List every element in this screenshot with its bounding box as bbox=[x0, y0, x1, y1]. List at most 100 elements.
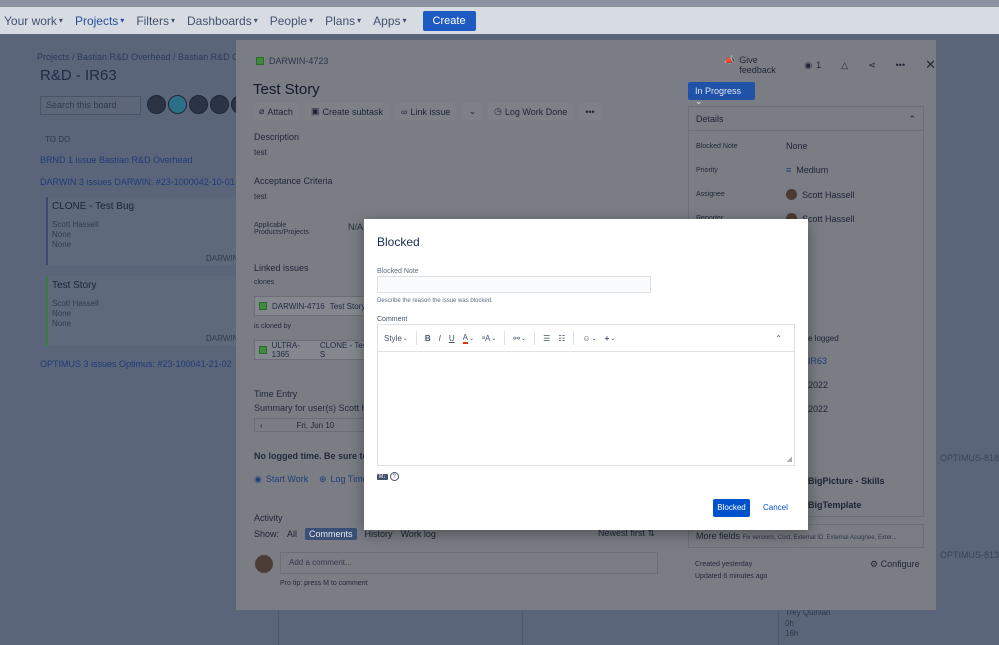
chevron-left-icon[interactable]: ‹ bbox=[260, 421, 263, 430]
issue-key[interactable]: DARWIN-4723 bbox=[256, 56, 328, 66]
description-value[interactable]: test bbox=[254, 148, 267, 157]
cancel-button[interactable]: Cancel bbox=[763, 503, 788, 512]
log-work-done-button[interactable]: ◷Log Work Done bbox=[488, 103, 573, 120]
linked-issues-label: Linked issues bbox=[254, 263, 309, 273]
create-subtask-button[interactable]: ▣Create subtask bbox=[305, 103, 389, 120]
share-icon[interactable]: ⋖ bbox=[868, 60, 876, 71]
acceptance-value[interactable]: test bbox=[254, 192, 267, 201]
text-color-button[interactable]: A⌄ bbox=[463, 333, 474, 344]
log-time-label: Log Time bbox=[331, 474, 368, 485]
applicable-label: Applicable Products/Projects bbox=[254, 222, 326, 236]
avatar[interactable] bbox=[189, 95, 208, 114]
more-icon[interactable]: ••• bbox=[896, 60, 905, 70]
issue-header-actions: 📣Give feedback ◉1 △ ⋖ ••• ✕ bbox=[724, 55, 936, 75]
emoji-button[interactable]: ☺⌄ bbox=[582, 334, 596, 343]
priority-medium-icon: ≡ bbox=[786, 165, 791, 175]
megaphone-icon: 📣 bbox=[724, 55, 735, 75]
subtask-icon: ▣ bbox=[311, 106, 320, 117]
text-style-icon: ᵃA bbox=[482, 334, 490, 343]
text-color-icon: A bbox=[463, 333, 468, 344]
nav-your-work[interactable]: Your work▾ bbox=[4, 14, 63, 28]
style-dropdown[interactable]: Style⌄ bbox=[384, 334, 408, 343]
comment-editor: Style⌄ B I U A⌄ ᵃA⌄ ⚯⌄ ☰ ☷ ☺⌄ +⌄ ⌃ ◢ bbox=[377, 324, 795, 466]
issue-key-label: DARWIN-4723 bbox=[269, 56, 328, 66]
swimlane-darwin[interactable]: DARWIN 3 issues DARWIN: #23-1000042-10-0… bbox=[40, 177, 235, 187]
configure-button[interactable]: ⚙ Configure bbox=[870, 559, 920, 570]
issue-title[interactable]: Test Story bbox=[253, 81, 320, 98]
watch-button[interactable]: ◉1 bbox=[804, 60, 821, 71]
priority-value[interactable]: ≡ Medium bbox=[786, 165, 828, 175]
toolbar-separator bbox=[534, 331, 535, 345]
tab-all[interactable]: All bbox=[287, 529, 297, 539]
numbered-list-icon[interactable]: ☷ bbox=[558, 334, 565, 343]
resize-handle-icon[interactable]: ◢ bbox=[787, 455, 792, 463]
swimlane-brnd[interactable]: BRND 1 issue Bastian R&D Overhead bbox=[40, 155, 193, 165]
vote-icon[interactable]: △ bbox=[841, 60, 848, 71]
bullet-list-icon[interactable]: ☰ bbox=[543, 334, 550, 343]
linked-issue-row[interactable]: ULTRA-1365CLONE - Test S bbox=[254, 340, 374, 360]
give-feedback-button[interactable]: 📣Give feedback bbox=[724, 55, 784, 75]
nav-plans[interactable]: Plans▾ bbox=[325, 14, 361, 28]
nav-apps[interactable]: Apps▾ bbox=[373, 14, 406, 28]
linked-issue-key: DARWIN-4716 bbox=[272, 302, 325, 311]
board-search-input[interactable]: Search this board bbox=[40, 96, 141, 115]
insert-button[interactable]: +⌄ bbox=[605, 334, 616, 343]
link-issue-label: Link issue bbox=[410, 107, 450, 117]
chevron-down-icon: ▾ bbox=[120, 16, 124, 25]
blocked-note-input[interactable] bbox=[377, 276, 651, 293]
tab-history[interactable]: History bbox=[365, 529, 393, 539]
avatar[interactable] bbox=[168, 95, 187, 114]
nav-people[interactable]: People▾ bbox=[270, 14, 313, 28]
swimlane-optimus[interactable]: OPTIMUS 3 issues Optimus: #23-100041-21-… bbox=[40, 359, 232, 369]
link-button[interactable]: ⚯⌄ bbox=[513, 334, 526, 343]
underline-icon[interactable]: U bbox=[449, 334, 455, 343]
avatar[interactable] bbox=[147, 95, 166, 114]
show-label: Show: bbox=[254, 529, 279, 539]
linked-issue-row[interactable]: DARWIN-4716 Test Story bbox=[254, 296, 374, 316]
tab-work-log[interactable]: Work log bbox=[401, 529, 436, 539]
start-work-button[interactable]: ◉Start Work bbox=[254, 474, 308, 485]
blocked-note-field-label: Blocked Note bbox=[377, 268, 419, 275]
more-actions-button[interactable]: ••• bbox=[579, 103, 600, 120]
avatar[interactable] bbox=[210, 95, 229, 114]
collapse-toolbar-icon[interactable]: ⌃ bbox=[775, 334, 782, 343]
nav-dashboards[interactable]: Dashboards▾ bbox=[187, 14, 258, 28]
card-key: OPTIMUS-813 bbox=[940, 550, 999, 560]
create-button[interactable]: Create bbox=[423, 11, 476, 31]
nav-label: Plans bbox=[325, 14, 355, 28]
link-issue-dropdown[interactable]: ⌄ bbox=[462, 103, 482, 120]
priority-text: Medium bbox=[796, 165, 828, 175]
linked-issue-title: Test Story bbox=[330, 302, 366, 311]
log-work-done-label: Log Work Done bbox=[505, 107, 567, 117]
blocked-note-value[interactable]: None bbox=[786, 141, 808, 151]
applicable-value[interactable]: N/A bbox=[348, 222, 363, 232]
clones-label: clones bbox=[254, 279, 274, 286]
status-label: In Progress bbox=[695, 86, 741, 96]
italic-icon[interactable]: I bbox=[439, 334, 441, 343]
blocked-submit-button[interactable]: Blocked bbox=[713, 499, 750, 517]
more-formatting-button[interactable]: ᵃA⌄ bbox=[482, 334, 496, 343]
details-fragment[interactable]: IR63 bbox=[808, 356, 827, 366]
nav-projects[interactable]: Projects▾ bbox=[75, 14, 124, 28]
details-header[interactable]: Details⌃ bbox=[689, 107, 923, 131]
assignee-value[interactable]: Scott Hassell bbox=[786, 189, 855, 200]
chevron-down-icon: ⌄ bbox=[610, 335, 615, 342]
nav-filters[interactable]: Filters▾ bbox=[136, 14, 175, 28]
chevron-down-icon: ▾ bbox=[357, 16, 361, 25]
description-label: Description bbox=[254, 132, 299, 142]
board-avatars bbox=[147, 95, 250, 114]
avatar bbox=[786, 189, 797, 200]
comment-textarea[interactable] bbox=[378, 352, 794, 465]
help-icon[interactable]: ? bbox=[390, 472, 399, 481]
tab-comments[interactable]: Comments bbox=[305, 528, 357, 540]
add-comment-input[interactable]: Add a comment... bbox=[280, 552, 658, 574]
assignee-label: Assignee bbox=[696, 191, 725, 198]
markdown-icon[interactable]: M↓ bbox=[377, 474, 388, 480]
attach-button[interactable]: ⌀Attach bbox=[253, 103, 299, 120]
close-icon[interactable]: ✕ bbox=[925, 57, 936, 73]
log-time-button[interactable]: ⊕Log Time bbox=[319, 474, 368, 485]
bold-icon[interactable]: B bbox=[425, 334, 431, 343]
link-issue-button[interactable]: ∞Link issue bbox=[395, 103, 456, 120]
status-dropdown[interactable]: In Progress ⌄ bbox=[688, 82, 755, 100]
breadcrumb[interactable]: Projects / Bastian R&D Overhead / Bastia… bbox=[37, 52, 257, 62]
